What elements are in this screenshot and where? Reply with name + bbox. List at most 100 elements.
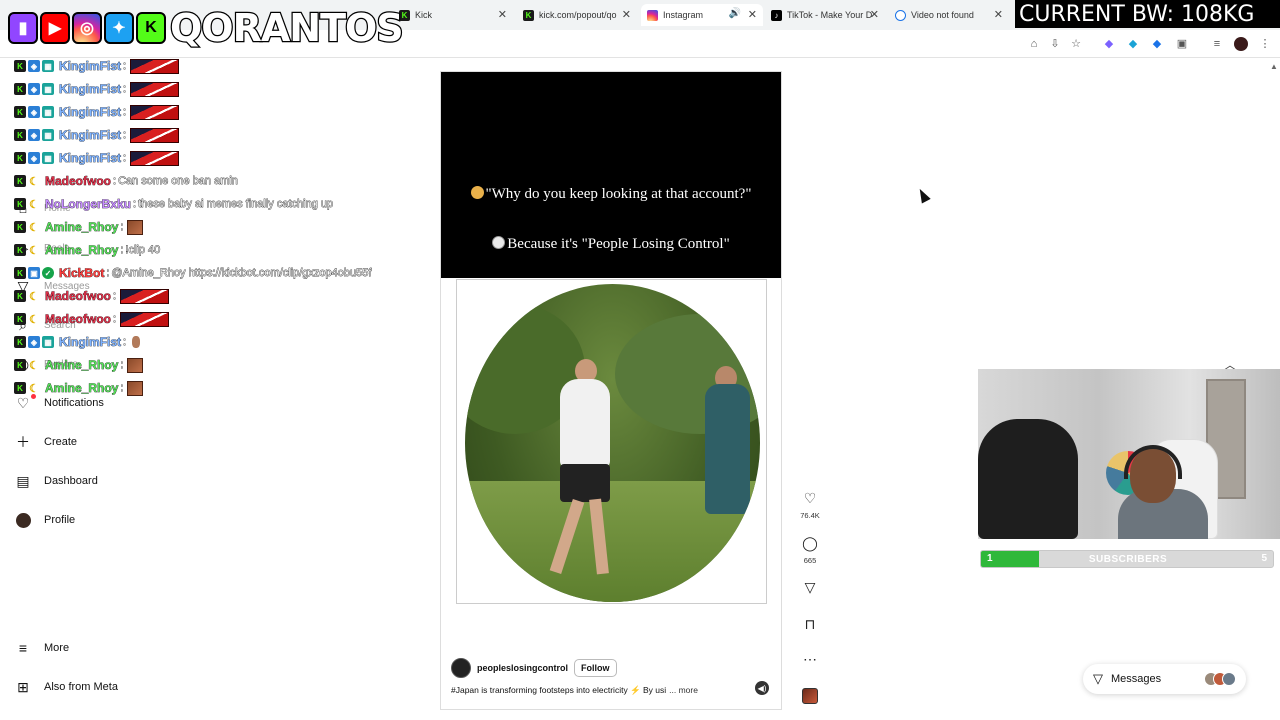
nav-create-label: Create bbox=[44, 436, 78, 448]
extension-icon[interactable]: ◆ bbox=[1126, 37, 1140, 51]
banana-badge-icon: ☾ bbox=[29, 198, 39, 211]
chat-separator: : bbox=[123, 83, 127, 96]
kick-badge-icon: K bbox=[14, 60, 26, 72]
chat-username[interactable]: KingimFist bbox=[59, 128, 122, 143]
close-tab-icon[interactable]: ✕ bbox=[870, 8, 879, 21]
chat-username[interactable]: Madeofwoo bbox=[45, 174, 112, 189]
bookmark-star-icon[interactable]: ☆ bbox=[1069, 37, 1083, 51]
author-avatar[interactable] bbox=[451, 658, 471, 678]
chat-username[interactable]: NoLongerBxku bbox=[45, 197, 132, 212]
profile-avatar bbox=[14, 511, 32, 529]
chat-emote bbox=[130, 127, 180, 143]
tab-label: Kick bbox=[415, 10, 433, 20]
nav-more-label: More bbox=[44, 642, 70, 654]
hamburger-icon: ≡ bbox=[18, 640, 28, 656]
kick-icon: K bbox=[523, 9, 534, 21]
chat-message: K ◈ ▦ KingimFist : bbox=[14, 126, 180, 144]
banana-badge-icon: ☾ bbox=[29, 290, 39, 303]
chat-message: K ◈ ▦ KingimFist : bbox=[14, 103, 180, 121]
chat-username[interactable]: KickBot bbox=[59, 266, 105, 281]
chat-username[interactable]: Madeofwoo bbox=[45, 312, 112, 327]
menu-icon[interactable]: ⋮ bbox=[1258, 37, 1272, 51]
reel-text-line2: Because it's "People Losing Control" bbox=[461, 236, 761, 253]
extension-icon[interactable]: ◆ bbox=[1150, 37, 1164, 51]
author-username[interactable]: peopleslosingcontrol bbox=[477, 663, 568, 673]
nav-also-from-meta[interactable]: ⊞ Also from Meta bbox=[14, 675, 118, 699]
chat-username[interactable]: Amine_Rhoy bbox=[45, 358, 119, 373]
more-options-icon[interactable]: ⋯ bbox=[801, 650, 819, 668]
globe-icon bbox=[895, 9, 906, 21]
chat-username[interactable]: KingimFist bbox=[59, 151, 122, 166]
banana-badge-icon: ☾ bbox=[29, 175, 39, 188]
messages-pill[interactable]: ▽ Messages bbox=[1083, 664, 1246, 694]
tab-label: Instagram bbox=[663, 10, 704, 20]
cast-icon[interactable]: ⌂ bbox=[1027, 37, 1041, 51]
kick-badge-icon: K bbox=[14, 129, 26, 141]
nav-profile-label: Profile bbox=[44, 514, 76, 526]
reel-video[interactable] bbox=[456, 279, 767, 604]
tab-search-icon[interactable]: ≡ bbox=[1210, 37, 1224, 51]
chat-separator: : bbox=[123, 106, 127, 119]
chat-separator: : bbox=[123, 129, 127, 142]
nav-create[interactable]: ＋ Create bbox=[14, 430, 77, 454]
close-tab-icon[interactable]: ✕ bbox=[622, 8, 631, 21]
reel-player[interactable]: "Why do you keep looking at that account… bbox=[441, 72, 781, 709]
banana-badge-icon: ☾ bbox=[29, 221, 39, 234]
chat-username[interactable]: Amine_Rhoy bbox=[45, 381, 119, 396]
chat-message: K ☾ Amine_Rhoy : !clip 40 bbox=[14, 241, 161, 259]
caption-more-link[interactable]: ... more bbox=[669, 685, 698, 695]
chat-username[interactable]: Madeofwoo bbox=[45, 289, 112, 304]
banana-badge-icon: ☾ bbox=[29, 244, 39, 257]
subscriber-badge-icon: ▦ bbox=[42, 60, 54, 72]
scroll-up-arrow[interactable]: ▲ bbox=[1270, 62, 1278, 71]
chat-username[interactable]: KingimFist bbox=[59, 82, 122, 97]
tab-instagram[interactable]: Instagram 🔊 ✕ bbox=[641, 4, 763, 26]
reel-line2-text: Because it's "People Losing Control" bbox=[507, 236, 730, 252]
save-icon[interactable]: ⊓ bbox=[801, 615, 819, 633]
kick-badge-icon: K bbox=[14, 267, 26, 279]
tab-tiktok[interactable]: ♪ TikTok - Make Your D ✕ bbox=[765, 4, 885, 26]
chat-username[interactable]: KingimFist bbox=[59, 335, 122, 350]
chat-message: K ◈ ▦ KingimFist : bbox=[14, 80, 180, 98]
nav-profile[interactable]: Profile bbox=[14, 508, 75, 532]
moderator-badge-icon: ◈ bbox=[28, 336, 40, 348]
tab-kick-popout[interactable]: K kick.com/popout/qo ✕ bbox=[517, 4, 637, 26]
chat-separator: : bbox=[120, 244, 124, 257]
nav-dashboard[interactable]: ▤ Dashboard bbox=[14, 469, 97, 493]
follow-button[interactable]: Follow bbox=[574, 659, 617, 677]
mute-icon[interactable]: ◀) bbox=[755, 681, 769, 695]
tab-video-not-found[interactable]: Video not found ✕ bbox=[889, 4, 1009, 26]
moderator-badge-icon: ◈ bbox=[28, 60, 40, 72]
reel-header-area: "Why do you keep looking at that account… bbox=[441, 72, 781, 278]
avatar[interactable] bbox=[1234, 37, 1248, 51]
extension-icon[interactable]: ◆ bbox=[1102, 37, 1116, 51]
chat-username[interactable]: Amine_Rhoy bbox=[45, 243, 119, 258]
like-icon[interactable]: ♡ bbox=[801, 489, 819, 507]
chat-message-text: @Amine_Rhoy https://kickbot.com/clip/gxz… bbox=[111, 267, 372, 280]
comment-icon[interactable]: ◯ bbox=[801, 534, 819, 552]
close-tab-icon[interactable]: ✕ bbox=[994, 8, 1003, 21]
bot-badge-icon: ▣ bbox=[28, 267, 40, 279]
chat-emote bbox=[130, 81, 180, 97]
reel-caption[interactable]: #Japan is transforming footsteps into el… bbox=[451, 685, 751, 696]
speaker-icon[interactable]: 🔊 bbox=[729, 8, 741, 19]
instagram-icon: ◎ bbox=[72, 12, 102, 44]
tab-label: TikTok - Make Your D bbox=[787, 10, 873, 20]
chat-emote bbox=[127, 219, 144, 235]
chat-username[interactable]: Amine_Rhoy bbox=[45, 220, 119, 235]
subscriber-current: 1 bbox=[987, 553, 993, 564]
subscriber-target: 5 bbox=[1261, 553, 1267, 564]
close-tab-icon[interactable]: ✕ bbox=[498, 8, 507, 21]
close-tab-icon[interactable]: ✕ bbox=[748, 8, 757, 21]
puzzle-icon[interactable]: ▣ bbox=[1175, 37, 1189, 51]
nav-more[interactable]: ≡ More bbox=[14, 636, 69, 660]
share-icon[interactable]: ▽ bbox=[801, 578, 819, 596]
audio-thumbnail[interactable] bbox=[802, 688, 818, 704]
chat-username[interactable]: KingimFist bbox=[59, 105, 122, 120]
chat-username[interactable]: KingimFist bbox=[59, 59, 122, 74]
kick-badge-icon: K bbox=[14, 290, 26, 302]
tab-kick[interactable]: K Kick ✕ bbox=[393, 4, 513, 26]
tab-label: Video not found bbox=[911, 10, 974, 20]
chat-message-text: these baby ai memes finally catching up bbox=[138, 198, 334, 211]
install-icon[interactable]: ⇩ bbox=[1048, 37, 1062, 51]
